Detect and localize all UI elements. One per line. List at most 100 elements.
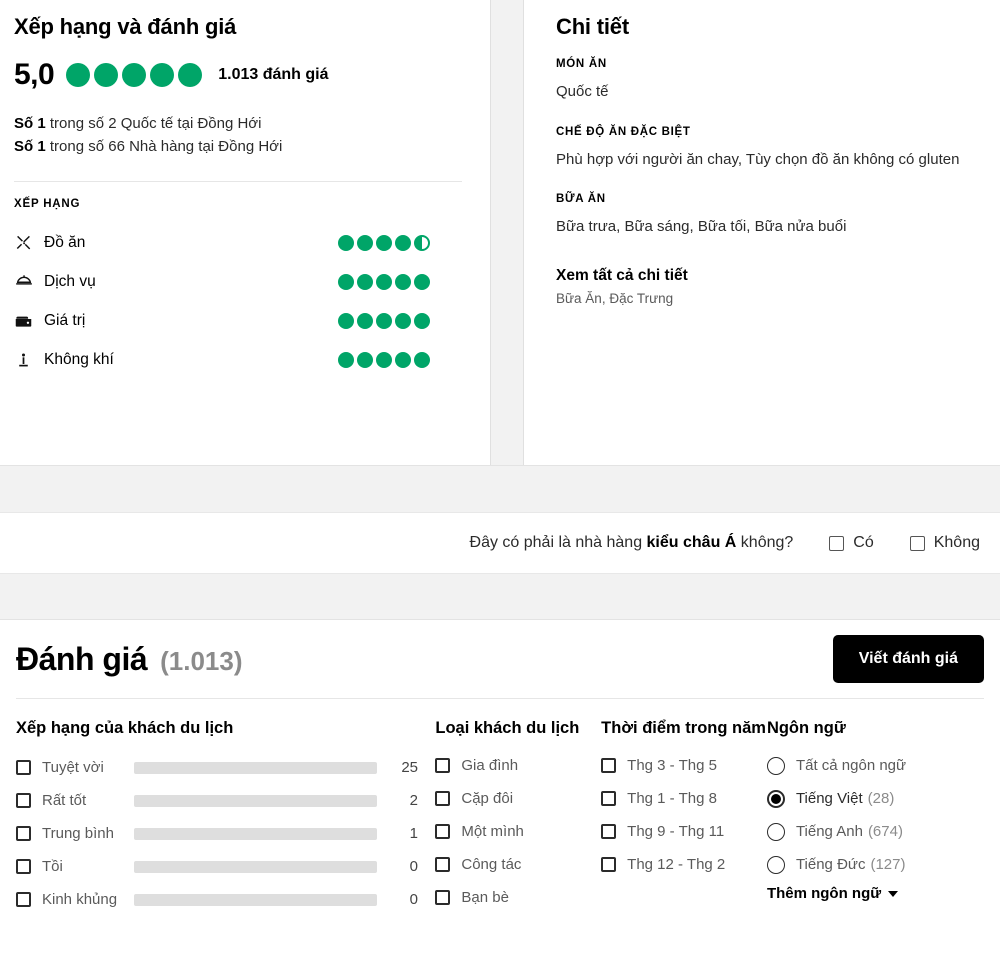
rating-row-service-bubbles: [338, 274, 430, 290]
rating-filter-average-checkbox[interactable]: [16, 826, 31, 842]
write-review-button[interactable]: Viết đánh giá: [832, 635, 984, 683]
language-german[interactable]: Tiếng Đức (127): [766, 848, 984, 881]
rating-filter-verygood[interactable]: Rất tốt 2: [16, 784, 435, 817]
language-vietnamese-label: Tiếng Việt: [795, 790, 863, 808]
rating-filter-excellent-checkbox[interactable]: [16, 760, 31, 776]
rating-row-value-bubbles: [338, 313, 430, 329]
traveler-type-business[interactable]: Công tác: [435, 848, 601, 881]
time-of-year-jun-aug[interactable]: Thg 1 - Thg 8: [601, 782, 767, 815]
time-of-year-sep-nov-checkbox[interactable]: [601, 824, 617, 840]
reviews-header: Đánh giá (1.013) Viết đánh giá: [16, 620, 984, 698]
details-label-meals: BỮA ĂN: [556, 193, 606, 205]
rating-filter-average-label: Trung bình: [42, 825, 114, 843]
time-of-year-dec-feb-label: Thg 12 - Thg 2: [627, 856, 726, 874]
rating-filter-poor-bar: [134, 860, 377, 873]
rating-row-atmosphere-label: Không khí: [44, 351, 114, 368]
rating-filter-terrible-count: 0: [409, 891, 418, 909]
rating-row-food: Đồ ăn: [14, 224, 462, 263]
language-english-radio[interactable]: [766, 822, 785, 841]
rating-filter-poor[interactable]: Tồi 0: [16, 850, 435, 883]
rank-2-prefix: Số 1: [14, 138, 46, 156]
rating-filter-average-bar: [134, 827, 377, 840]
details-label-diet: CHẾ ĐỘ ĂN ĐẶC BIỆT: [556, 125, 691, 138]
rating-filter-poor-label: Tồi: [42, 858, 63, 876]
details-card: Chi tiết MÓN ĂN Quốc tế CHẾ ĐỘ ĂN ĐẶC BI…: [523, 0, 1000, 466]
review-page: Xếp hạng và đánh giá 5,0 1.013 đánh giá …: [0, 0, 1000, 956]
question-option-no[interactable]: Không: [909, 534, 980, 552]
see-all-details-sub: Bữa Ăn, Đặc Trưng: [556, 290, 674, 306]
filter-language: Ngôn ngữ Tất cả ngôn ngữ Tiếng Việt (28)…: [766, 717, 984, 916]
language-all-radio[interactable]: [766, 756, 785, 775]
rating-filter-excellent[interactable]: Tuyệt vời 25: [16, 751, 435, 784]
traveler-type-business-checkbox[interactable]: [435, 857, 451, 873]
question-yes-checkbox[interactable]: [829, 535, 845, 551]
wallet-icon: [14, 312, 44, 331]
ratings-card: Xếp hạng và đánh giá 5,0 1.013 đánh giá …: [0, 0, 491, 466]
filter-traveler-type: Loại khách du lịch Gia đình Cặp đôi Một …: [435, 717, 601, 916]
traveler-type-friends-checkbox[interactable]: [435, 890, 451, 906]
rating-filter-terrible-checkbox[interactable]: [16, 892, 31, 908]
traveler-type-family-checkbox[interactable]: [435, 758, 451, 774]
cutlery-icon: [14, 234, 44, 253]
rating-filter-average[interactable]: Trung bình 1: [16, 817, 435, 850]
time-of-year-mar-may-checkbox[interactable]: [601, 758, 617, 774]
cloche-icon: [14, 272, 44, 292]
rating-filter-average-count: 1: [409, 825, 418, 843]
reviews-title-group: Đánh giá (1.013): [16, 641, 243, 678]
page-title: Xếp hạng và đánh giá: [14, 14, 237, 39]
rating-filter-verygood-checkbox[interactable]: [16, 793, 31, 809]
traveler-type-couples[interactable]: Cặp đôi: [435, 782, 601, 815]
question-no-checkbox[interactable]: [909, 535, 925, 551]
time-of-year-jun-aug-label: Thg 1 - Thg 8: [627, 790, 717, 808]
reviews-divider: [16, 698, 984, 699]
rating-filter-verygood-count: 2: [409, 792, 418, 810]
more-languages-button[interactable]: Thêm ngôn ngữ: [767, 885, 984, 902]
time-of-year-mar-may-label: Thg 3 - Thg 5: [627, 757, 717, 775]
time-of-year-mar-may[interactable]: Thg 3 - Thg 5: [601, 749, 767, 782]
rating-row-service-label: Dịch vụ: [44, 273, 96, 290]
rank-2-rest: trong số 66 Nhà hàng tại Đồng Hới: [45, 138, 283, 156]
time-of-year-dec-feb-checkbox[interactable]: [601, 857, 617, 873]
language-vietnamese-radio[interactable]: [766, 789, 785, 808]
traveler-type-business-label: Công tác: [461, 856, 522, 874]
language-german-radio[interactable]: [766, 855, 785, 874]
rank-line-2: Số 1 trong số 66 Nhà hàng tại Đồng Hới: [14, 135, 462, 158]
review-count-label: 1.013 đánh giá: [218, 66, 329, 83]
rating-filter-verygood-bar: [134, 794, 377, 807]
traveler-type-friends[interactable]: Bạn bè: [435, 881, 601, 914]
question-text: Đây có phải là nhà hàng kiểu châu Á khôn…: [470, 534, 794, 552]
asian-cuisine-question: Đây có phải là nhà hàng kiểu châu Á khôn…: [0, 513, 1000, 573]
language-all[interactable]: Tất cả ngôn ngữ: [766, 749, 984, 782]
rating-filter-excellent-count: 25: [401, 759, 418, 777]
overall-score: 5,0: [14, 58, 55, 91]
time-of-year-sep-nov[interactable]: Thg 9 - Thg 11: [601, 815, 767, 848]
rating-row-food-bubbles: [338, 235, 430, 251]
rating-filter-verygood-label: Rất tốt: [42, 792, 87, 810]
reviews-section: Đánh giá (1.013) Viết đánh giá Xếp hạng …: [0, 620, 1000, 956]
time-of-year-dec-feb[interactable]: Thg 12 - Thg 2: [601, 848, 767, 881]
traveler-type-family[interactable]: Gia đình: [435, 749, 601, 782]
top-panels-area: Xếp hạng và đánh giá 5,0 1.013 đánh giá …: [0, 0, 1000, 466]
gray-band-top: [0, 465, 1000, 513]
rating-filter-terrible[interactable]: Kinh khủng 0: [16, 883, 435, 916]
traveler-ratings-heading: Xếp hạng của khách du lịch: [16, 719, 234, 737]
time-of-year-jun-aug-checkbox[interactable]: [601, 791, 617, 807]
language-vietnamese[interactable]: Tiếng Việt (28): [766, 782, 984, 815]
rating-filter-terrible-bar: [134, 893, 377, 906]
rating-row-food-label: Đồ ăn: [44, 234, 86, 251]
language-heading: Ngôn ngữ: [766, 719, 846, 737]
reviews-title: Đánh giá: [16, 640, 148, 677]
question-text-after: không?: [736, 534, 794, 551]
time-of-year-sep-nov-label: Thg 9 - Thg 11: [627, 823, 725, 841]
question-option-yes[interactable]: Có: [829, 534, 874, 552]
language-vietnamese-count: (28): [867, 790, 895, 808]
see-all-details-link[interactable]: Xem tất cả chi tiết: [556, 267, 972, 285]
overall-bubbles: [66, 63, 203, 87]
rating-filter-poor-checkbox[interactable]: [16, 859, 31, 875]
traveler-type-solo-checkbox[interactable]: [435, 824, 451, 840]
traveler-type-couples-checkbox[interactable]: [435, 791, 451, 807]
language-english[interactable]: Tiếng Anh (674): [766, 815, 984, 848]
more-languages-label: Thêm ngôn ngữ: [766, 885, 882, 903]
traveler-type-solo[interactable]: Một mình: [435, 815, 601, 848]
language-german-count: (127): [870, 856, 906, 874]
